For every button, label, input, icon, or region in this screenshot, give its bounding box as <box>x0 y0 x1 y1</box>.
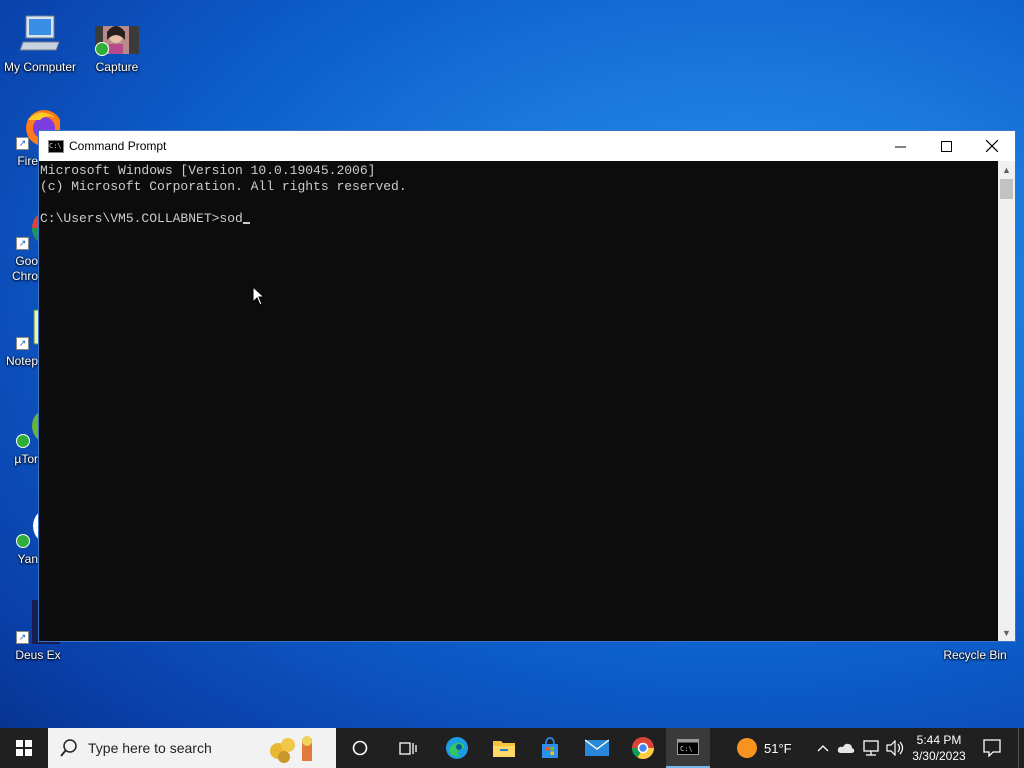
scroll-up-button[interactable]: ▲ <box>998 161 1015 178</box>
computer-icon <box>18 12 62 56</box>
svg-text:C:\: C:\ <box>680 745 693 753</box>
cmd-app-icon: C:\ <box>48 140 64 153</box>
cmd-icon: C:\ <box>677 739 699 755</box>
maximize-button[interactable] <box>923 131 969 161</box>
show-hidden-icons-button[interactable] <box>814 728 832 768</box>
chevron-up-icon <box>817 745 829 752</box>
console-line: Microsoft Windows [Version 10.0.19045.20… <box>40 163 376 178</box>
taskbar-search-box[interactable]: Type here to search <box>48 728 336 768</box>
action-center-button[interactable] <box>976 728 1008 768</box>
console-line: (c) Microsoft Corporation. All rights re… <box>40 179 407 194</box>
close-icon <box>986 140 998 152</box>
edge-icon <box>446 737 468 759</box>
weather-temperature: 51°F <box>764 740 792 756</box>
close-button[interactable] <box>969 131 1015 161</box>
shortcut-arrow-icon: ↗ <box>16 337 29 350</box>
vertical-scrollbar[interactable]: ▲ ▼ <box>998 161 1015 641</box>
cortana-icon <box>352 740 368 756</box>
notification-icon <box>983 739 1001 757</box>
desktop-icon-label: Capture <box>95 60 139 74</box>
network-tray-button[interactable] <box>860 728 882 768</box>
shortcut-arrow-icon: ↗ <box>16 631 29 644</box>
mouse-pointer-icon <box>252 286 266 306</box>
window-titlebar[interactable]: C:\ Command Prompt <box>39 131 1015 161</box>
chrome-taskbar-button[interactable] <box>621 728 665 768</box>
search-placeholder: Type here to search <box>88 740 212 756</box>
sync-check-icon <box>16 534 30 548</box>
store-taskbar-button[interactable] <box>528 728 572 768</box>
onedrive-tray-button[interactable] <box>836 728 856 768</box>
search-icon <box>60 739 77 757</box>
weather-widget[interactable]: 51°F <box>736 728 802 768</box>
windows-logo-icon <box>16 740 32 756</box>
edge-taskbar-button[interactable] <box>435 728 479 768</box>
clock-button[interactable]: 5:44 PM 3/30/2023 <box>906 728 972 768</box>
clock-time: 5:44 PM <box>916 733 962 747</box>
shortcut-arrow-icon: ↗ <box>16 237 29 250</box>
speaker-icon <box>886 740 904 756</box>
cloud-icon <box>837 743 855 753</box>
task-view-icon <box>399 742 417 755</box>
scroll-down-button[interactable]: ▼ <box>998 624 1015 641</box>
cmd-taskbar-button[interactable]: C:\ <box>666 728 710 768</box>
task-view-button[interactable] <box>386 728 430 768</box>
desktop-icon-label: Recycle Bin <box>943 648 1007 662</box>
clock-date: 3/30/2023 <box>912 749 966 763</box>
chrome-icon <box>632 737 654 759</box>
volume-tray-button[interactable] <box>884 728 906 768</box>
text-cursor <box>242 222 250 224</box>
minimize-button[interactable] <box>877 131 923 161</box>
capture-thumbnail-icon <box>95 12 139 56</box>
maximize-icon <box>940 140 952 152</box>
shortcut-arrow-icon: ↗ <box>16 137 29 150</box>
mail-icon <box>585 739 609 756</box>
window-title: Command Prompt <box>69 139 167 153</box>
show-desktop-button[interactable] <box>1018 728 1024 768</box>
taskbar: Type here to search C:\ 51°F 5:44 PM 3/3… <box>0 728 1024 768</box>
file-explorer-taskbar-button[interactable] <box>482 728 526 768</box>
desktop-icon-capture[interactable]: Capture <box>77 12 157 74</box>
console-prompt-text: C:\Users\VM5.COLLABNET>sod <box>40 211 243 226</box>
scrollbar-thumb[interactable] <box>1000 179 1013 199</box>
desktop-icon-label: Deus Ex <box>15 648 61 662</box>
file-explorer-icon <box>493 741 515 757</box>
console-prompt-line[interactable]: C:\Users\VM5.COLLABNET>sod <box>40 211 998 227</box>
minimize-icon <box>894 146 906 147</box>
store-icon <box>542 737 558 758</box>
desktop-icon-label: My Computer <box>3 60 77 74</box>
sync-check-icon <box>16 434 30 448</box>
cortana-button[interactable] <box>338 728 382 768</box>
search-highlight-icon <box>270 736 312 763</box>
desktop-icon-my-computer[interactable]: My Computer <box>0 12 80 74</box>
sync-check-icon <box>95 42 109 56</box>
console-output[interactable]: Microsoft Windows [Version 10.0.19045.20… <box>39 161 998 641</box>
network-icon <box>863 740 879 756</box>
start-button[interactable] <box>0 728 48 768</box>
command-prompt-window[interactable]: C:\ Command Prompt Microsoft Windows [Ve… <box>38 130 1016 642</box>
mail-taskbar-button[interactable] <box>575 728 619 768</box>
sunny-weather-icon <box>737 738 757 758</box>
